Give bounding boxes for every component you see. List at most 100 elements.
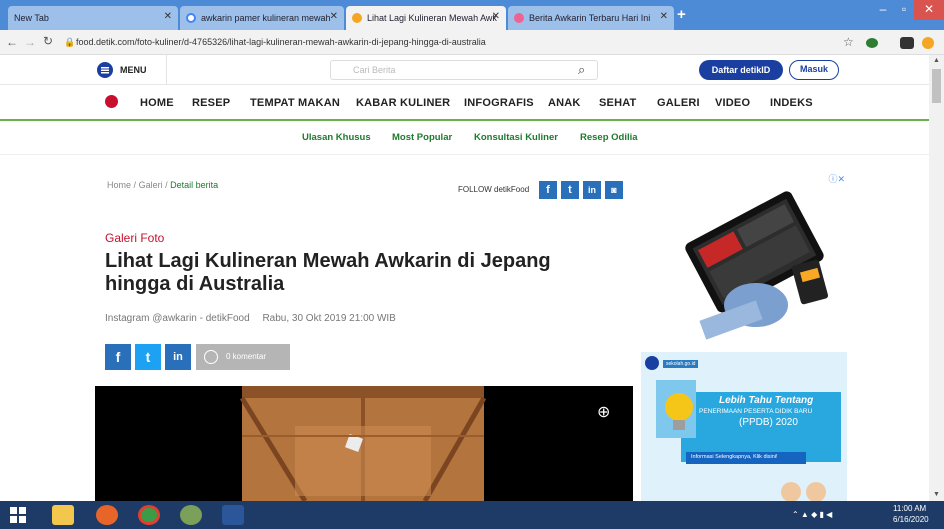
- page-scrollbar[interactable]: ▲ ▼: [929, 55, 944, 501]
- nav-item-resep[interactable]: RESEP: [192, 97, 230, 109]
- article-source: Instagram @awkarin - detikFood: [105, 313, 250, 324]
- ad2-line1: PENERIMAAN PESERTA DIDIK BARU: [699, 408, 813, 415]
- nav-item-sehat[interactable]: SEHAT: [599, 97, 636, 109]
- article-photo[interactable]: ⊕: [95, 386, 633, 501]
- search-input[interactable]: Cari Berita ⌕: [330, 60, 598, 80]
- tab-title: Lihat Lagi Kulineran Mewah Awk: [367, 13, 497, 23]
- instagram-icon[interactable]: ◙: [605, 181, 623, 199]
- ad2-headline: Lebih Tahu Tentang: [719, 395, 814, 406]
- extension-icon[interactable]: [866, 38, 878, 48]
- windows-taskbar: ⌃ ▲ ◆ ▮ ◀ 11:00 AM 6/16/2020: [0, 501, 944, 529]
- minimize-icon[interactable]: –: [872, 0, 894, 20]
- tab-awkarin-search[interactable]: awkarin pamer kulineran mewah ✕: [180, 6, 344, 30]
- follow-label: FOLLOW detikFood: [458, 185, 530, 194]
- search-placeholder: Cari Berita: [353, 65, 396, 75]
- close-icon[interactable]: ✕: [330, 11, 338, 22]
- update-icon[interactable]: [922, 37, 934, 49]
- article-category[interactable]: Galeri Foto: [105, 231, 164, 245]
- detik-favicon-icon: [352, 13, 362, 23]
- clock-date[interactable]: 6/16/2020: [893, 515, 929, 524]
- scrollbar-thumb[interactable]: [932, 69, 941, 103]
- subnav-konsultasi-kuliner[interactable]: Konsultasi Kuliner: [474, 132, 558, 143]
- linkedin-icon[interactable]: in: [583, 181, 601, 199]
- facebook-icon[interactable]: f: [539, 181, 557, 199]
- restaurant-ceiling-image: [239, 386, 487, 501]
- clock-time[interactable]: 11:00 AM: [893, 504, 926, 513]
- tab-title: Berita Awkarin Terbaru Hari Ini: [529, 13, 651, 23]
- register-button[interactable]: Daftar detikID: [699, 60, 783, 80]
- subnav-most-popular[interactable]: Most Popular: [392, 132, 452, 143]
- tablet-ad-image: [685, 191, 829, 340]
- tab-title: New Tab: [14, 13, 49, 23]
- chrome-icon[interactable]: [138, 505, 160, 525]
- ad2-line2: (PPDB) 2020: [739, 417, 798, 428]
- google-icon: [186, 13, 196, 23]
- comment-icon: [204, 350, 218, 364]
- url-text: food.detik.com/foto-kuliner/d-4765326/li…: [76, 37, 486, 47]
- firefox-icon[interactable]: [96, 505, 118, 525]
- nav-item-tempat-makan[interactable]: TEMPAT MAKAN: [250, 97, 340, 109]
- tab-active-article[interactable]: Lihat Lagi Kulineran Mewah Awk ✕: [346, 6, 506, 30]
- breadcrumb-current: Detail berita: [170, 180, 219, 190]
- close-icon[interactable]: ✕: [660, 11, 668, 22]
- advertisement-ppdb[interactable]: sekolah.go.id Lebih Tahu Tentang PENERIM…: [641, 352, 847, 501]
- login-button[interactable]: Masuk: [789, 60, 839, 80]
- windows-start-icon[interactable]: [10, 507, 26, 523]
- back-icon[interactable]: ←: [6, 35, 18, 49]
- lock-icon: 🔒: [64, 37, 76, 47]
- divider: [166, 55, 167, 85]
- nav-item-kabar-kuliner[interactable]: KABAR KULINER: [356, 97, 450, 109]
- profile-icon[interactable]: [900, 37, 914, 49]
- subnav-resep-odilia[interactable]: Resep Odilia: [580, 132, 638, 143]
- menu-label[interactable]: MENU: [120, 65, 147, 75]
- close-icon[interactable]: ✕: [492, 11, 500, 22]
- breadcrumb-separator: /: [165, 180, 168, 190]
- ad-choices-icon[interactable]: ⓘ✕: [828, 172, 845, 185]
- forward-icon[interactable]: →: [24, 35, 36, 49]
- subnav-ulasan-khusus[interactable]: Ulasan Khusus: [302, 132, 371, 143]
- nav-item-video[interactable]: VIDEO: [715, 97, 750, 109]
- breadcrumb-home[interactable]: Home: [107, 180, 131, 190]
- share-twitter-icon[interactable]: t: [135, 344, 161, 370]
- menu-icon[interactable]: [97, 62, 113, 78]
- window-close-icon[interactable]: ✕: [914, 0, 944, 20]
- bookmark-star-icon[interactable]: ☆: [843, 35, 854, 49]
- ad2-cta[interactable]: Informasi Selengkapnya, Klik disini!: [691, 454, 778, 460]
- word-icon[interactable]: [222, 505, 244, 525]
- app-icon[interactable]: [180, 505, 202, 525]
- site-favicon-icon: [514, 13, 524, 23]
- maximize-icon[interactable]: ▫: [894, 0, 914, 20]
- reload-icon[interactable]: ↻: [43, 34, 53, 48]
- nav-item-indeks[interactable]: INDEKS: [770, 97, 813, 109]
- breadcrumb: Home / Galeri / Detail berita: [107, 180, 218, 190]
- tab-new-tab[interactable]: New Tab ✕: [8, 6, 178, 30]
- nav-item-anak[interactable]: ANAK: [548, 97, 581, 109]
- detik-logo-icon[interactable]: [105, 95, 118, 108]
- scroll-down-icon[interactable]: ▼: [933, 491, 940, 498]
- share-linkedin-icon[interactable]: in: [165, 344, 191, 370]
- system-tray-icons[interactable]: ⌃ ▲ ◆ ▮ ◀: [792, 510, 832, 519]
- comment-button[interactable]: 0 komentar: [196, 344, 290, 370]
- nav-item-home[interactable]: HOME: [140, 97, 174, 109]
- nav-item-infografis[interactable]: INFOGRAFIS: [464, 97, 534, 109]
- share-facebook-icon[interactable]: f: [105, 344, 131, 370]
- comment-count: 0 komentar: [226, 352, 267, 361]
- new-tab-button[interactable]: +: [677, 6, 686, 23]
- tab-berita[interactable]: Berita Awkarin Terbaru Hari Ini ✕: [508, 6, 674, 30]
- search-icon[interactable]: ⌕: [578, 62, 585, 78]
- breadcrumb-separator: /: [133, 180, 137, 190]
- zoom-in-icon[interactable]: ⊕: [597, 402, 610, 422]
- url-field[interactable]: 🔒 food.detik.com/foto-kuliner/d-4765326/…: [62, 33, 842, 52]
- tab-title: awkarin pamer kulineran mewah: [201, 13, 331, 23]
- file-explorer-icon[interactable]: [52, 505, 74, 525]
- article-meta: Instagram @awkarin - detikFood Rabu, 30 …: [105, 313, 396, 324]
- breadcrumb-galeri[interactable]: Galeri: [139, 180, 163, 190]
- site-header: MENU Cari Berita ⌕ Daftar detikID Masuk: [0, 55, 929, 85]
- close-icon[interactable]: ✕: [164, 11, 172, 22]
- nav-item-galeri[interactable]: GALERI: [657, 97, 700, 109]
- twitter-icon[interactable]: t: [561, 181, 579, 199]
- browser-tab-strip: New Tab ✕ awkarin pamer kulineran mewah …: [0, 0, 944, 30]
- scroll-up-icon[interactable]: ▲: [933, 57, 940, 64]
- advertisement-tablet[interactable]: ⓘ✕: [641, 170, 847, 342]
- main-nav: HOME RESEP TEMPAT MAKAN KABAR KULINER IN…: [0, 86, 929, 121]
